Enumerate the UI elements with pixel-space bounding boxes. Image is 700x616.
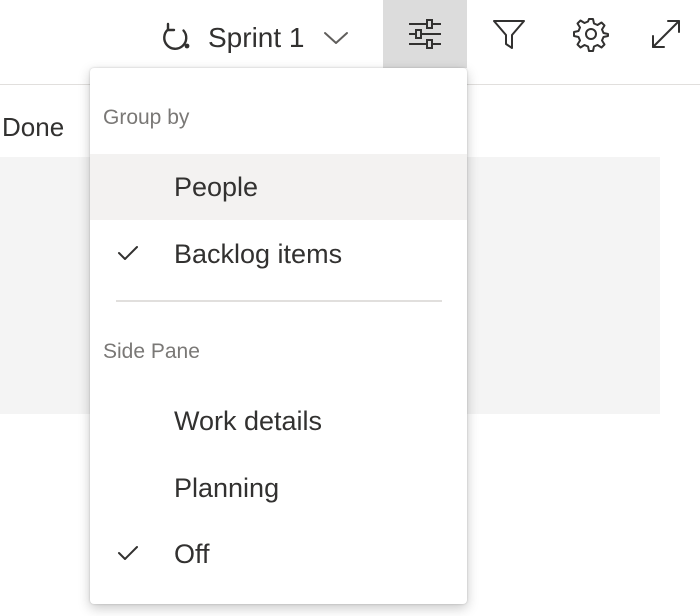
sprint-iteration-icon xyxy=(163,22,190,50)
menu-item-people[interactable]: People xyxy=(90,154,467,220)
check-icon xyxy=(118,246,138,260)
menu-item-label: Planning xyxy=(174,472,280,503)
gear-icon xyxy=(573,18,609,52)
menu-item-label: Work details xyxy=(174,405,323,436)
filter-button[interactable] xyxy=(479,0,539,68)
side-pane-heading: Side Pane xyxy=(103,340,200,363)
check-icon xyxy=(118,546,138,560)
filter-icon xyxy=(493,20,525,49)
chevron-down-icon xyxy=(323,32,348,44)
menu-item-work-details[interactable]: Work details xyxy=(90,388,467,454)
menu-divider xyxy=(116,300,442,302)
menu-item-label: Off xyxy=(174,538,210,569)
sliders-icon xyxy=(409,19,441,49)
sprint-picker[interactable]: Sprint 1 xyxy=(158,8,349,68)
menu-item-label: People xyxy=(174,171,259,202)
expand-icon xyxy=(652,20,680,48)
menu-item-label: Backlog items xyxy=(174,238,343,269)
menu-item-backlog-items[interactable]: Backlog items xyxy=(90,221,467,287)
menu-item-planning[interactable]: Planning xyxy=(90,455,467,521)
view-options-menu: Group by People Backlog items Side Pane … xyxy=(90,68,467,604)
column-header-done: Done xyxy=(2,112,65,142)
group-by-heading: Group by xyxy=(103,106,190,129)
menu-item-off[interactable]: Off xyxy=(90,521,467,587)
settings-button[interactable] xyxy=(561,0,621,68)
full-screen-button[interactable] xyxy=(636,0,696,68)
sprint-label: Sprint 1 xyxy=(208,22,305,53)
view-options-button[interactable] xyxy=(383,0,467,68)
